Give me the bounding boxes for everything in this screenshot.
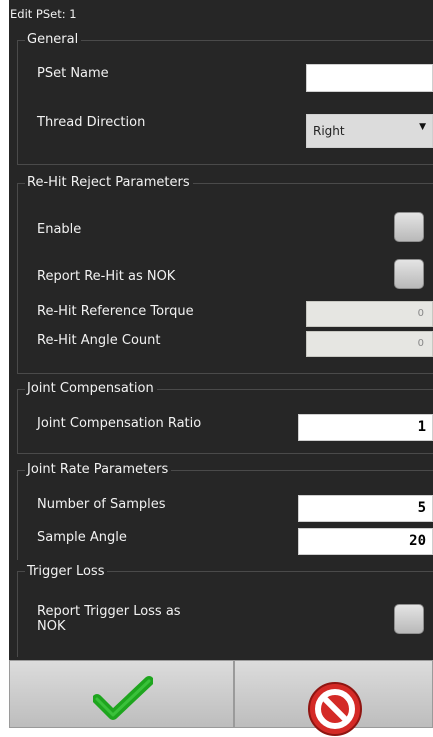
thread-direction-label: Thread Direction [37, 115, 146, 130]
checkmark-icon [93, 676, 153, 720]
rehit-ref-torque-input[interactable]: 0 [306, 301, 433, 327]
thread-direction-select[interactable]: Right ▼ [306, 114, 433, 148]
cancel-button[interactable] [234, 660, 433, 736]
rehit-report-checkbox[interactable] [394, 259, 424, 289]
general-legend: General [25, 32, 82, 48]
sample-angle-input[interactable]: 20 [298, 528, 433, 555]
rehit-border-left [17, 183, 18, 373]
rehit-report-label: Report Re-Hit as NOK [37, 269, 176, 284]
confirm-button[interactable] [9, 660, 234, 728]
num-samples-input[interactable]: 5 [298, 495, 433, 522]
rehit-border-bottom [17, 373, 433, 374]
sample-angle-label: Sample Angle [37, 530, 127, 545]
thread-direction-value: Right [313, 124, 345, 138]
rehit-enable-label: Enable [37, 222, 82, 237]
dialog-footer [9, 660, 433, 736]
joint-rate-border-left [17, 470, 18, 560]
trigger-loss-border-left [17, 571, 18, 657]
joint-comp-border-left [17, 389, 18, 453]
joint-comp-border-bottom [17, 453, 433, 454]
dialog-title: Edit PSet: 1 [10, 7, 77, 21]
trigger-loss-report-checkbox[interactable] [394, 604, 424, 634]
edit-pset-panel: Edit PSet: 1 General PSet Name Thread Di… [9, 0, 433, 728]
no-entry-icon [308, 682, 362, 736]
joint-comp-ratio-label: Joint Compensation Ratio [37, 416, 202, 431]
num-samples-label: Number of Samples [37, 497, 166, 512]
pset-name-label: PSet Name [37, 66, 109, 81]
joint-comp-ratio-input[interactable]: 1 [298, 414, 433, 441]
general-border-bottom [17, 164, 433, 165]
joint-comp-legend: Joint Compensation [25, 381, 157, 397]
general-border-left [17, 40, 18, 164]
rehit-enable-checkbox[interactable] [394, 212, 424, 242]
rehit-ref-torque-label: Re-Hit Reference Torque [37, 304, 194, 319]
rehit-legend: Re-Hit Reject Parameters [25, 175, 193, 191]
trigger-loss-report-label-line1: Report Trigger Loss as [37, 604, 181, 619]
rehit-angle-count-label: Re-Hit Angle Count [37, 333, 161, 348]
pset-name-input[interactable] [306, 64, 433, 92]
rehit-angle-count-input[interactable]: 0 [306, 331, 433, 357]
trigger-loss-legend: Trigger Loss [25, 564, 108, 580]
trigger-loss-report-label-line2: NOK [37, 619, 66, 634]
chevron-down-icon: ▼ [419, 122, 426, 132]
joint-rate-legend: Joint Rate Parameters [25, 462, 172, 478]
